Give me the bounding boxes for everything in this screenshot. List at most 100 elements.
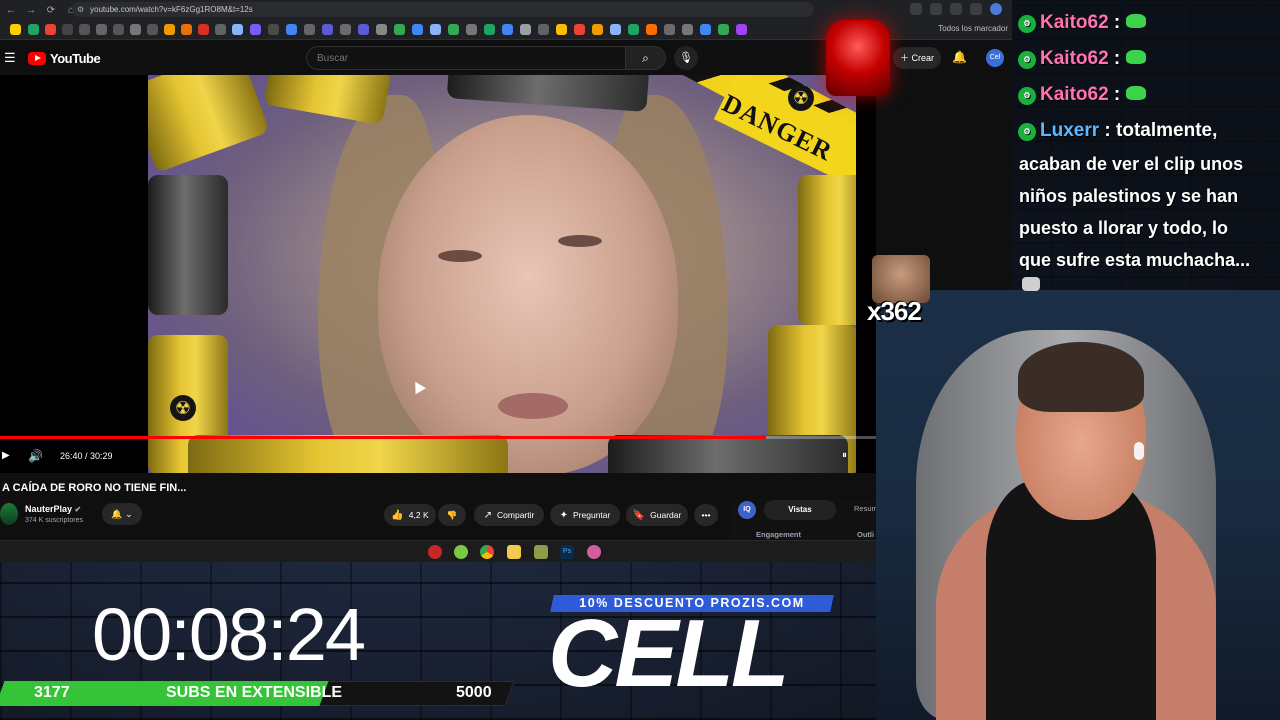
chrome-icon[interactable]: [480, 545, 494, 559]
more-actions-button[interactable]: •••: [694, 504, 718, 526]
obs-app-icon[interactable]: [428, 545, 442, 559]
bell-icon: 🔔: [111, 509, 123, 519]
share-button[interactable]: ↗ Compartir: [474, 504, 544, 526]
search-input[interactable]: [306, 46, 626, 70]
minecraft-icon[interactable]: [534, 545, 548, 559]
bookmark-icon[interactable]: [164, 24, 175, 35]
emote-combo-count: x362: [867, 296, 922, 326]
bookmark-icon[interactable]: [610, 24, 621, 35]
streamer-hair: [1018, 342, 1144, 412]
url-text: youtube.com/watch?v=kF6zGg1RO8M&t=12s: [90, 5, 253, 14]
forward-icon[interactable]: →: [26, 5, 36, 16]
bookmark-icon[interactable]: [198, 24, 209, 35]
channel-avatar[interactable]: [0, 503, 18, 525]
share-icon: ↗: [483, 510, 493, 521]
bookmark-icon[interactable]: [574, 24, 585, 35]
bookmark-icon[interactable]: [147, 24, 158, 35]
bookmark-icon[interactable]: [430, 24, 441, 35]
site-info-icon[interactable]: ⚙: [77, 2, 84, 17]
bookmark-icon[interactable]: [250, 24, 261, 35]
ask-button[interactable]: ✦ Preguntar: [550, 504, 620, 526]
bookmark-icon[interactable]: [538, 24, 549, 35]
chat-message-text: :: [1113, 84, 1121, 105]
bookmark-icon[interactable]: [304, 24, 315, 35]
browser-extension-icons: [910, 3, 1002, 15]
iq-extension-icon[interactable]: IQ: [738, 501, 756, 519]
tab-resum[interactable]: Resum: [854, 504, 878, 513]
toxic-barrel-graphic: [263, 75, 393, 125]
menu-icon[interactable]: ☰: [4, 51, 16, 64]
profile-icon[interactable]: [990, 3, 1002, 15]
channel-name[interactable]: NauterPlay ✔: [25, 504, 81, 514]
bookmark-icon[interactable]: [394, 24, 405, 35]
back-icon[interactable]: ←: [6, 5, 16, 16]
bookmark-icon[interactable]: [96, 24, 107, 35]
bookmark-icon[interactable]: [79, 24, 90, 35]
app-icon[interactable]: [454, 545, 468, 559]
bookmark-icon[interactable]: [130, 24, 141, 35]
bookmark-icon[interactable]: [28, 24, 39, 35]
video-time-display: 26:40 / 30:29: [60, 451, 113, 461]
bookmark-icon[interactable]: [358, 24, 369, 35]
all-bookmarks-folder[interactable]: Todos los marcador: [938, 24, 1008, 33]
chat-message: ⚙ Luxerr : totalmente,: [1018, 120, 1217, 142]
bookmark-icon[interactable]: [448, 24, 459, 35]
chat-username: Kaito62: [1040, 84, 1109, 105]
bookmark-icon[interactable]: [484, 24, 495, 35]
app-icon[interactable]: [587, 545, 601, 559]
notifications-bell-icon[interactable]: 🔔: [952, 50, 967, 64]
bookmark-icon[interactable]: [268, 24, 279, 35]
tab-vistas[interactable]: Vistas: [764, 500, 836, 520]
bookmark-icon[interactable]: [286, 24, 297, 35]
bookmark-icon[interactable]: [10, 24, 21, 35]
extension-icon[interactable]: [970, 3, 982, 15]
bookmark-icon[interactable]: [592, 24, 603, 35]
bookmark-icon[interactable]: [520, 24, 531, 35]
account-avatar[interactable]: Cel: [986, 49, 1004, 67]
bookmark-icon[interactable]: [682, 24, 693, 35]
bookmark-icon[interactable]: [412, 24, 423, 35]
bookmark-icon[interactable]: [376, 24, 387, 35]
extension-icon[interactable]: [930, 3, 942, 15]
video-progress-bar[interactable]: [0, 436, 876, 439]
bookmark-icon[interactable]: [466, 24, 477, 35]
like-button[interactable]: 👍 4,2 K: [384, 504, 436, 526]
search-icon: ⌕: [642, 51, 649, 65]
subscription-bell-button[interactable]: 🔔 ⌄: [102, 503, 142, 525]
bookmark-icon[interactable]: [664, 24, 675, 35]
promo-brand-logo: CELL: [548, 600, 790, 707]
bookmark-icon[interactable]: [628, 24, 639, 35]
reload-icon[interactable]: ⟳: [46, 5, 56, 16]
pause-icon[interactable]: ⏸: [842, 450, 847, 461]
bookmark-icon[interactable]: [232, 24, 243, 35]
bookmark-icon[interactable]: [215, 24, 226, 35]
bookmark-icon[interactable]: [340, 24, 351, 35]
bookmark-icon[interactable]: [646, 24, 657, 35]
bookmark-icon[interactable]: [113, 24, 124, 35]
play-icon[interactable]: ▶: [2, 450, 10, 461]
bookmark-icon[interactable]: [181, 24, 192, 35]
extension-icon[interactable]: [910, 3, 922, 15]
photoshop-icon[interactable]: Ps: [560, 545, 574, 559]
create-button[interactable]: ＋ Crear: [893, 47, 941, 69]
dislike-button[interactable]: 👎: [438, 504, 466, 526]
extension-icon[interactable]: [950, 3, 962, 15]
bookmark-icon[interactable]: [556, 24, 567, 35]
bookmark-icon[interactable]: [736, 24, 747, 35]
chat-message-line: que sufre esta muchacha...: [1019, 250, 1251, 270]
toxic-barrel-graphic: [148, 75, 270, 173]
save-button[interactable]: 🔖 Guardar: [626, 504, 688, 526]
bookmark-icon[interactable]: [502, 24, 513, 35]
voice-search-button[interactable]: 🎙: [674, 46, 698, 70]
bookmark-icon[interactable]: [700, 24, 711, 35]
volume-icon[interactable]: 🔊: [28, 449, 43, 463]
folder-icon[interactable]: [507, 545, 521, 559]
bookmark-icon[interactable]: [718, 24, 729, 35]
youtube-logo[interactable]: YouTube: [28, 51, 101, 66]
video-player[interactable]: ☢ DANGER ☢ ▶ 🔊 26:40 / 30:29 ⏸: [0, 75, 876, 473]
address-bar[interactable]: ⚙ youtube.com/watch?v=kF6zGg1RO8M&t=12s: [72, 2, 814, 17]
bookmark-icon[interactable]: [322, 24, 333, 35]
bookmark-icon[interactable]: [45, 24, 56, 35]
search-button[interactable]: ⌕: [626, 46, 666, 70]
bookmark-icon[interactable]: [62, 24, 73, 35]
